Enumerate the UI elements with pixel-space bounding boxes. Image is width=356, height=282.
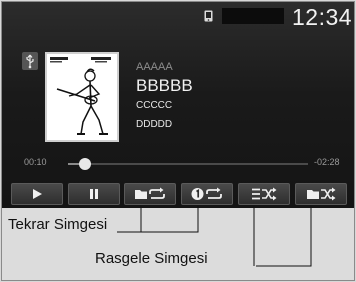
repeat-icon-callout: Tekrar Simgesi bbox=[8, 216, 108, 233]
repeat-one-leader bbox=[141, 206, 199, 233]
shuffle-folder-leader bbox=[256, 206, 312, 267]
random-icon-callout: Rasgele Simgesi bbox=[95, 250, 208, 267]
display-frame: 12:34 AAAAA BBBBB CCCCC DDDDD 00:10 -02:… bbox=[1, 1, 355, 281]
callout-leader-lines bbox=[117, 206, 312, 267]
repeat-folder-leader bbox=[117, 206, 142, 233]
